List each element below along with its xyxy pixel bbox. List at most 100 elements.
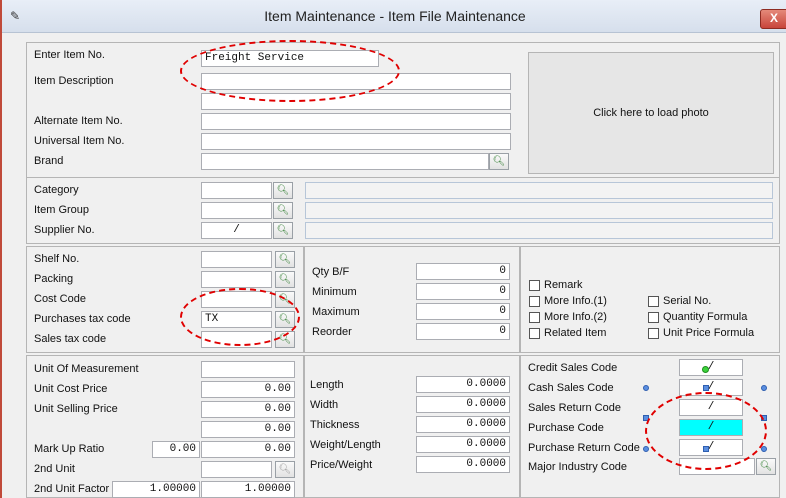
title-bar[interactable]: ✎ Item Maintenance - Item File Maintenan… xyxy=(2,0,786,33)
close-button[interactable]: X xyxy=(760,9,786,29)
quantity-formula-checkbox[interactable] xyxy=(648,312,659,323)
item-maintenance-window: ✎ Item Maintenance - Item File Maintenan… xyxy=(0,0,786,498)
credit-sales-label: Credit Sales Code xyxy=(528,362,618,374)
quantity-formula-label: Quantity Formula xyxy=(663,311,748,323)
more-info-2-label: More Info.(2) xyxy=(544,311,607,323)
length-field[interactable]: 0.0000 xyxy=(416,376,510,393)
annotation-oval-purchases-tax xyxy=(180,288,300,346)
thickness-label: Thickness xyxy=(310,419,360,431)
universal-item-field[interactable] xyxy=(201,133,511,150)
window-title: Item Maintenance - Item File Maintenance xyxy=(264,8,526,24)
unit-cost-label: Unit Cost Price xyxy=(34,383,108,395)
sales-return-label: Sales Return Code xyxy=(528,402,621,414)
brand-field[interactable] xyxy=(201,153,489,170)
purchases-tax-label: Purchases tax code xyxy=(34,313,131,325)
serial-no-checkbox[interactable] xyxy=(648,296,659,307)
item-group-field[interactable] xyxy=(201,202,272,219)
shelf-no-field[interactable] xyxy=(201,251,272,268)
resize-handle-n[interactable] xyxy=(703,385,709,391)
minimum-field[interactable]: 0 xyxy=(416,283,510,300)
item-group-lookup-icon[interactable]: 🔍︎ xyxy=(273,202,293,219)
factor-field-2[interactable]: 1.00000 xyxy=(201,481,295,498)
brand-lookup-icon[interactable]: 🔍︎ xyxy=(489,153,509,170)
qty-bf-field[interactable]: 0 xyxy=(416,263,510,280)
reorder-field[interactable]: 0 xyxy=(416,323,510,340)
weight-length-label: Weight/Length xyxy=(310,439,381,451)
category-field[interactable] xyxy=(201,182,272,199)
markup-field-2[interactable]: 0.00 xyxy=(201,441,295,458)
packing-label: Packing xyxy=(34,273,74,285)
width-label: Width xyxy=(310,399,339,411)
unit-cost-field[interactable]: 0.00 xyxy=(201,381,295,398)
credit-sales-field[interactable]: / xyxy=(679,359,743,376)
supplier-label: Supplier No. xyxy=(34,224,95,236)
purchase-code-label: Purchase Code xyxy=(528,422,604,434)
second-unit-factor-label: 2nd Unit Factor xyxy=(34,483,110,495)
unit-selling-field[interactable]: 0.00 xyxy=(201,401,295,418)
reorder-label: Reorder xyxy=(312,326,352,338)
purchase-return-label: Purchase Return Code xyxy=(528,442,640,454)
minimum-label: Minimum xyxy=(312,286,357,298)
major-industry-lookup-icon[interactable]: 🔍︎ xyxy=(756,458,776,475)
alternate-item-field[interactable] xyxy=(201,113,511,130)
uom-label: Unit Of Measurement xyxy=(34,363,139,375)
cost-code-label: Cost Code xyxy=(34,293,86,305)
category-lookup-icon[interactable]: 🔍︎ xyxy=(273,182,293,199)
factor-field-1[interactable]: 1.00000 xyxy=(112,481,200,498)
sales-tax-label: Sales tax code xyxy=(34,333,107,345)
packing-lookup-icon[interactable]: 🔍︎ xyxy=(275,271,295,288)
annotation-oval-item-no xyxy=(180,40,400,102)
supplier-lookup-icon[interactable]: 🔍︎ xyxy=(273,222,293,239)
major-industry-label: Major Industry Code xyxy=(528,461,628,473)
price-weight-field[interactable]: 0.0000 xyxy=(416,456,510,473)
second-unit-field[interactable] xyxy=(201,461,272,478)
remark-label: Remark xyxy=(544,279,583,291)
category-label: Category xyxy=(34,184,79,196)
shelf-no-label: Shelf No. xyxy=(34,253,80,265)
item-description-label: Item Description xyxy=(34,75,114,87)
second-unit-lookup-icon[interactable]: 🔍︎ xyxy=(275,461,295,478)
resize-handle-nw[interactable] xyxy=(643,385,649,391)
resize-handle-sw[interactable] xyxy=(643,446,649,452)
uom-field[interactable] xyxy=(201,361,295,378)
unit-price-formula-checkbox[interactable] xyxy=(648,328,659,339)
resize-handle-ne[interactable] xyxy=(761,385,767,391)
thickness-field[interactable]: 0.0000 xyxy=(416,416,510,433)
packing-field[interactable] xyxy=(201,271,272,288)
qty-bf-label: Qty B/F xyxy=(312,266,350,278)
alternate-item-label: Alternate Item No. xyxy=(34,115,123,127)
markup-field-1[interactable]: 0.00 xyxy=(152,441,200,458)
maximum-field[interactable]: 0 xyxy=(416,303,510,320)
load-photo-label: Click here to load photo xyxy=(593,107,709,119)
supplier-description xyxy=(305,222,773,239)
item-group-label: Item Group xyxy=(34,204,90,216)
related-item-checkbox[interactable] xyxy=(529,328,540,339)
length-label: Length xyxy=(310,379,344,391)
brand-label: Brand xyxy=(34,155,64,167)
remark-checkbox[interactable] xyxy=(529,280,540,291)
related-item-label: Related Item xyxy=(544,327,607,339)
weight-length-field[interactable]: 0.0000 xyxy=(416,436,510,453)
extra-price-field[interactable]: 0.00 xyxy=(201,421,295,438)
unit-price-formula-label: Unit Price Formula xyxy=(663,327,755,339)
item-group-description xyxy=(305,202,773,219)
supplier-field[interactable]: / xyxy=(201,222,272,239)
second-unit-label: 2nd Unit xyxy=(34,463,75,475)
shelf-no-lookup-icon[interactable]: 🔍︎ xyxy=(275,251,295,268)
maximum-label: Maximum xyxy=(312,306,360,318)
category-description xyxy=(305,182,773,199)
more-info-2-checkbox[interactable] xyxy=(529,312,540,323)
universal-item-label: Universal Item No. xyxy=(34,135,125,147)
photo-area[interactable]: Click here to load photo xyxy=(528,52,774,174)
cash-sales-label: Cash Sales Code xyxy=(528,382,614,394)
annotation-oval-purchase-code xyxy=(645,392,767,470)
more-info-1-checkbox[interactable] xyxy=(529,296,540,307)
more-info-1-label: More Info.(1) xyxy=(544,295,607,307)
serial-no-label: Serial No. xyxy=(663,295,712,307)
markup-label: Mark Up Ratio xyxy=(34,443,105,455)
price-weight-label: Price/Weight xyxy=(310,459,373,471)
rotate-handle[interactable] xyxy=(702,366,709,373)
unit-selling-label: Unit Selling Price xyxy=(34,403,118,415)
resize-handle-se[interactable] xyxy=(761,446,767,452)
width-field[interactable]: 0.0000 xyxy=(416,396,510,413)
